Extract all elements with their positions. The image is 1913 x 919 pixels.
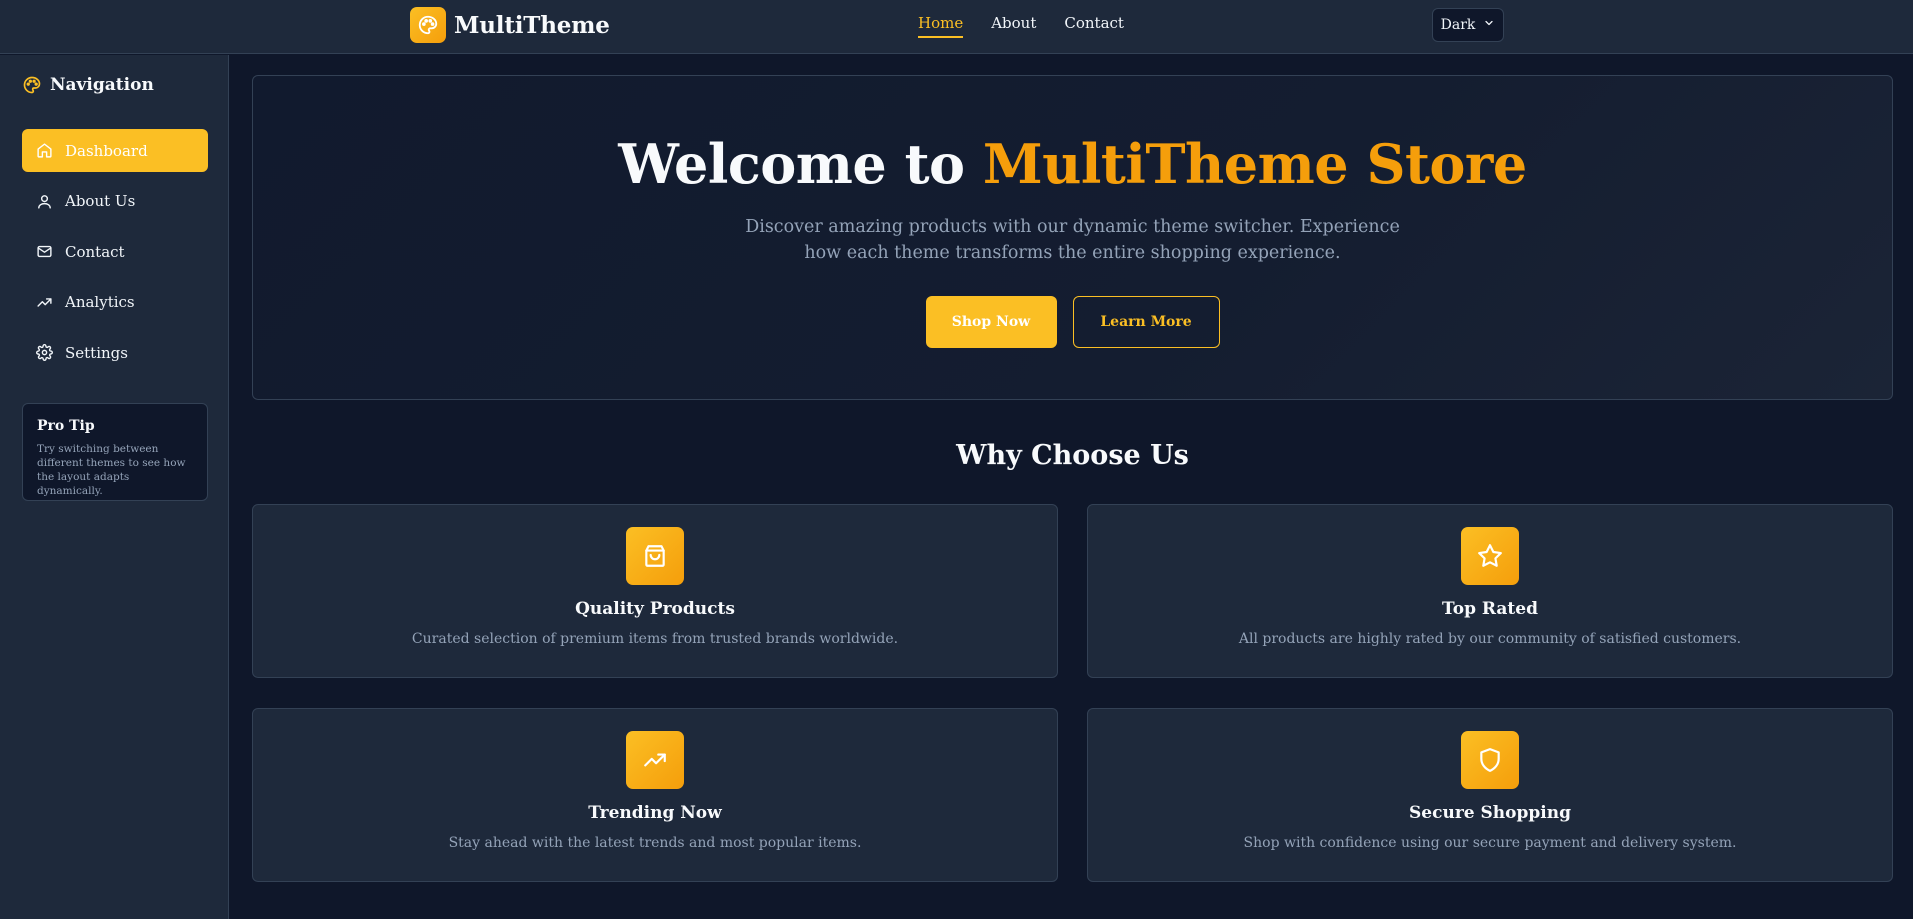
sidebar-item-label: Settings bbox=[65, 343, 128, 362]
user-icon bbox=[36, 193, 53, 210]
sidebar-item-contact[interactable]: Contact bbox=[22, 230, 208, 273]
top-bar: MultiTheme Home About Contact Dark bbox=[0, 0, 1913, 54]
chevron-down-icon bbox=[1483, 17, 1495, 33]
hero-title-prefix: Welcome to bbox=[618, 132, 983, 196]
feature-card-title: Top Rated bbox=[1442, 599, 1538, 619]
feature-card-text: Shop with confidence using our secure pa… bbox=[1243, 835, 1737, 851]
nav-link-contact[interactable]: Contact bbox=[1064, 14, 1124, 38]
hero-buttons: Shop Now Learn More bbox=[253, 296, 1892, 348]
hero-section: Welcome to MultiTheme Store Discover ama… bbox=[252, 75, 1893, 400]
sidebar-title-label: Navigation bbox=[50, 75, 154, 95]
feature-card-top-rated: Top Rated All products are highly rated … bbox=[1087, 504, 1893, 678]
pro-tip-text: Try switching between different themes t… bbox=[37, 443, 186, 497]
brand[interactable]: MultiTheme bbox=[410, 7, 610, 43]
sidebar-item-dashboard[interactable]: Dashboard bbox=[22, 129, 208, 172]
feature-card-text: All products are highly rated by our com… bbox=[1238, 631, 1742, 647]
hero-subtitle: Discover amazing products with our dynam… bbox=[745, 217, 1400, 263]
shop-now-button[interactable]: Shop Now bbox=[925, 296, 1057, 348]
pro-tip-card: Pro Tip Try switching between different … bbox=[22, 403, 208, 501]
brand-name: MultiTheme bbox=[454, 11, 610, 39]
sidebar: Navigation Dashboard About Us Contact An… bbox=[0, 55, 229, 919]
home-icon bbox=[36, 142, 53, 159]
sidebar-item-label: Contact bbox=[65, 242, 125, 261]
nav-link-about[interactable]: About bbox=[991, 14, 1036, 38]
pro-tip-title: Pro Tip bbox=[37, 418, 95, 434]
sidebar-item-label: About Us bbox=[65, 192, 136, 210]
hero-title: Welcome to MultiTheme Store bbox=[253, 132, 1892, 196]
sidebar-item-label: Analytics bbox=[65, 293, 135, 311]
hero-title-accent: MultiTheme Store bbox=[982, 132, 1527, 196]
top-nav: Home About Contact bbox=[918, 14, 1124, 38]
feature-card-text: Stay ahead with the latest trends and mo… bbox=[448, 835, 862, 851]
learn-more-button[interactable]: Learn More bbox=[1072, 296, 1220, 348]
feature-card-title: Quality Products bbox=[575, 599, 735, 619]
sidebar-item-about-us[interactable]: About Us bbox=[22, 180, 208, 223]
theme-select-value: Dark bbox=[1440, 17, 1476, 33]
trending-up-icon bbox=[36, 294, 53, 311]
section-title: Why Choose Us bbox=[956, 440, 1189, 471]
sidebar-title: Navigation bbox=[22, 75, 154, 95]
feature-card-quality-products: Quality Products Curated selection of pr… bbox=[252, 504, 1058, 678]
sidebar-menu: Dashboard About Us Contact Analytics Set… bbox=[22, 129, 208, 382]
feature-card-text: Curated selection of premium items from … bbox=[411, 631, 899, 647]
palette-icon bbox=[22, 75, 42, 95]
feature-card-title: Secure Shopping bbox=[1409, 803, 1571, 823]
sidebar-item-settings[interactable]: Settings bbox=[22, 331, 208, 374]
gear-icon bbox=[36, 344, 53, 361]
trending-up-icon bbox=[626, 731, 684, 789]
nav-link-home[interactable]: Home bbox=[918, 14, 964, 38]
feature-card-trending-now: Trending Now Stay ahead with the latest … bbox=[252, 708, 1058, 882]
shield-icon bbox=[1461, 731, 1519, 789]
mail-icon bbox=[36, 243, 53, 260]
sidebar-item-analytics[interactable]: Analytics bbox=[22, 281, 208, 324]
theme-select[interactable]: Dark bbox=[1432, 8, 1504, 42]
shopping-bag-icon bbox=[626, 527, 684, 585]
sidebar-item-label: Dashboard bbox=[65, 141, 148, 160]
star-icon bbox=[1461, 527, 1519, 585]
feature-card-title: Trending Now bbox=[588, 803, 722, 823]
feature-card-secure-shopping: Secure Shopping Shop with confidence usi… bbox=[1087, 708, 1893, 882]
palette-icon bbox=[410, 7, 446, 43]
